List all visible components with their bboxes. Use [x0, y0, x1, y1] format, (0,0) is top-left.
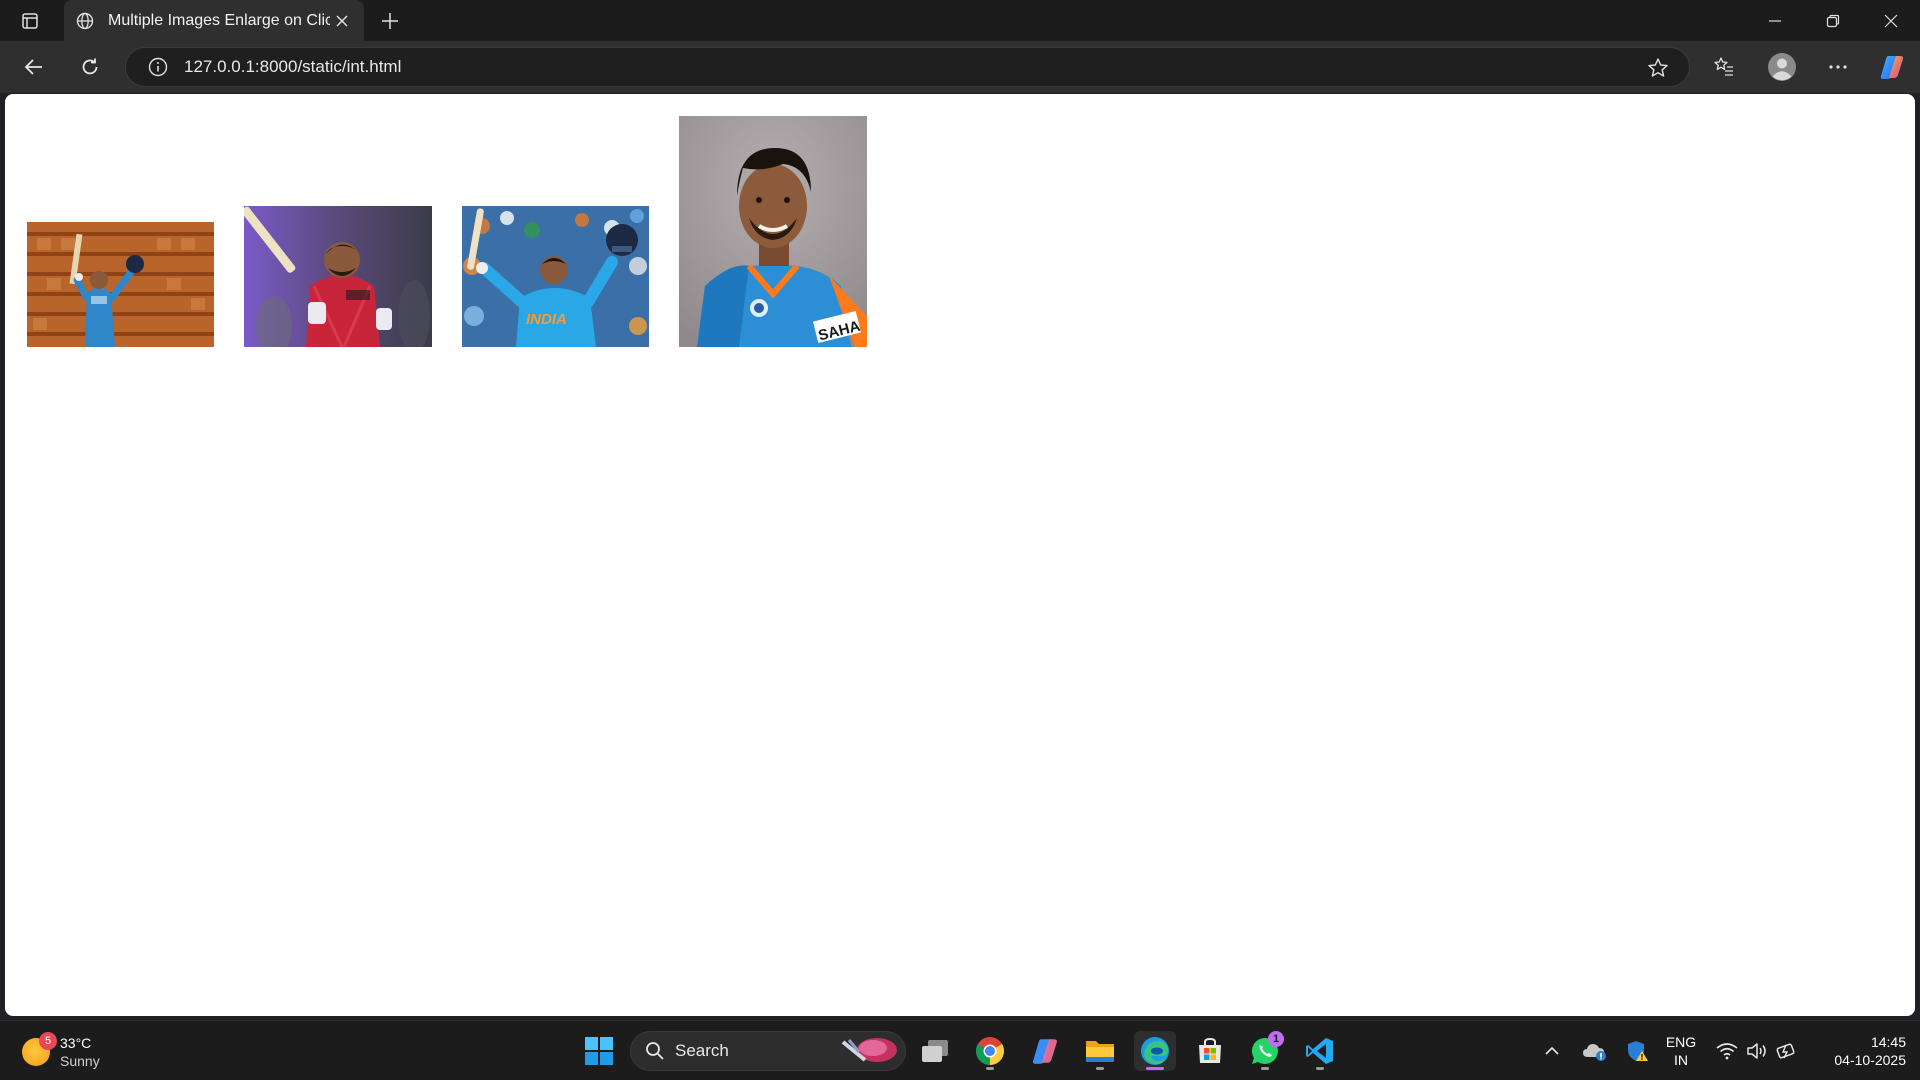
- vscode-icon[interactable]: [1299, 1031, 1341, 1071]
- copilot-icon[interactable]: [1874, 49, 1910, 85]
- gallery-image-1[interactable]: [27, 222, 214, 347]
- running-indicator: [1146, 1067, 1164, 1070]
- gallery-image-2[interactable]: [244, 206, 432, 347]
- whatsapp-icon[interactable]: 1: [1244, 1031, 1286, 1071]
- taskbar: 5 33°C Sunny Search 1 ENG IN 14:45 04-10…: [0, 1020, 1920, 1080]
- task-view-icon[interactable]: [914, 1031, 956, 1071]
- weather-condition: Sunny: [60, 1053, 100, 1069]
- url-text: 127.0.0.1:8000/static/int.html: [184, 57, 402, 76]
- favorite-star-icon[interactable]: [1645, 55, 1671, 81]
- running-indicator: [1261, 1067, 1269, 1070]
- jersey-text-india: INDIA: [526, 311, 567, 328]
- clock-date: 04-10-2025: [1834, 1052, 1906, 1068]
- profile-avatar[interactable]: [1764, 49, 1800, 85]
- weather-badge: 5: [39, 1032, 57, 1050]
- search-icon: [646, 1042, 664, 1060]
- restore-icon[interactable]: [1804, 0, 1862, 41]
- active-tab[interactable]: Multiple Images Enlarge on Click: [64, 0, 364, 41]
- start-windows-icon[interactable]: [578, 1031, 620, 1071]
- running-indicator: [986, 1067, 994, 1070]
- taskbar-search[interactable]: Search: [630, 1031, 906, 1071]
- file-explorer-icon[interactable]: [1079, 1031, 1121, 1071]
- close-tab-icon[interactable]: [330, 9, 354, 33]
- address-bar[interactable]: 127.0.0.1:8000/static/int.html: [125, 47, 1690, 87]
- copilot-app-icon[interactable]: [1024, 1031, 1066, 1071]
- gallery-image-3[interactable]: INDIA: [462, 206, 649, 347]
- sun-icon: 5: [22, 1032, 57, 1066]
- weather-temperature: 33°C: [60, 1035, 92, 1051]
- search-label: Search: [675, 1041, 729, 1060]
- page-viewport: INDIA SAHA: [5, 94, 1915, 1016]
- globe-icon: [74, 10, 96, 32]
- volume-icon[interactable]: [1744, 1031, 1770, 1071]
- refresh-icon[interactable]: [72, 49, 108, 85]
- tab-title: Multiple Images Enlarge on Click: [108, 11, 330, 29]
- new-tab-icon[interactable]: [376, 8, 404, 34]
- site-info-icon[interactable]: [146, 55, 170, 79]
- wifi-icon[interactable]: [1714, 1031, 1740, 1071]
- close-window-icon[interactable]: [1862, 0, 1920, 41]
- edge-icon[interactable]: [1134, 1031, 1176, 1071]
- store-icon[interactable]: [1189, 1031, 1231, 1071]
- more-menu-icon[interactable]: [1820, 49, 1856, 85]
- browser-toolbar: 127.0.0.1:8000/static/int.html: [0, 41, 1920, 93]
- language-code: ENG: [1665, 1034, 1697, 1050]
- battery-icon[interactable]: [1774, 1031, 1800, 1071]
- tab-actions-icon[interactable]: [14, 9, 46, 33]
- back-arrow-icon[interactable]: [16, 49, 52, 85]
- taskbar-clock[interactable]: 14:45 04-10-2025: [1810, 1033, 1906, 1069]
- whatsapp-badge: 1: [1268, 1031, 1284, 1047]
- search-highlight-icon: [841, 1038, 897, 1062]
- minimize-icon[interactable]: [1746, 0, 1804, 41]
- chevron-up-icon[interactable]: [1540, 1031, 1564, 1071]
- gallery-image-4[interactable]: SAHA: [679, 116, 867, 347]
- chrome-icon[interactable]: [969, 1031, 1011, 1071]
- language-indicator[interactable]: ENG IN: [1660, 1033, 1702, 1069]
- running-indicator: [1096, 1067, 1104, 1070]
- onedrive-icon[interactable]: [1580, 1031, 1610, 1071]
- security-warning-icon[interactable]: [1622, 1031, 1652, 1071]
- weather-widget[interactable]: 5 33°C Sunny: [22, 1031, 100, 1073]
- favorites-icon[interactable]: [1706, 49, 1742, 85]
- clock-time: 14:45: [1870, 1034, 1906, 1050]
- running-indicator: [1316, 1067, 1324, 1070]
- language-region: IN: [1674, 1052, 1688, 1068]
- tab-strip: Multiple Images Enlarge on Click: [0, 0, 1920, 41]
- image-gallery: INDIA SAHA: [27, 116, 867, 347]
